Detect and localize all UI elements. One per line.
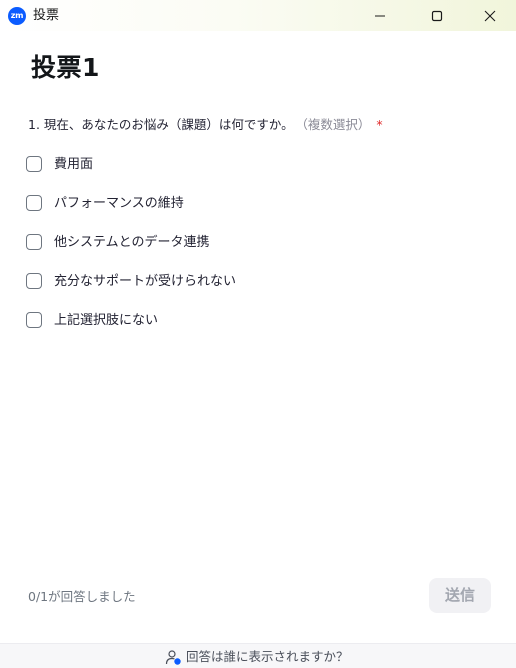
checkbox[interactable] [26,156,42,172]
checkbox[interactable] [26,195,42,211]
option-label: 充分なサポートが受けられない [54,274,237,289]
options-list: 費用面 パフォーマンスの維持 他システムとのデータ連携 充分なサポートが受けられ… [26,154,486,349]
poll-title: 投票1 [31,53,100,82]
close-button[interactable] [467,0,513,31]
maximize-button[interactable] [414,0,460,31]
question-text: 1. 現在、あなたのお悩み（課題）は何ですか。 （複数選択） * [28,115,383,135]
option-label: 上記選択肢にない [54,313,159,328]
minimize-button[interactable] [357,0,403,31]
visibility-link[interactable]: 回答は誰に表示されますか？ [165,647,349,667]
checkbox[interactable] [26,312,42,328]
question-label: 1. 現在、あなたのお悩み（課題）は何ですか。 [28,117,294,132]
option-data-integration[interactable]: 他システムとのデータ連携 [26,232,486,271]
option-support[interactable]: 充分なサポートが受けられない [26,271,486,310]
option-none[interactable]: 上記選択肢にない [26,310,486,349]
required-mark: * [376,117,383,132]
checkbox[interactable] [26,273,42,289]
title-bar: zm 投票 [0,0,516,31]
person-info-icon [165,649,181,665]
maximize-icon [431,10,443,21]
option-performance[interactable]: パフォーマンスの維持 [26,193,486,232]
question-hint: （複数選択） [301,117,371,132]
option-cost[interactable]: 費用面 [26,154,486,193]
window-title: 投票 [33,8,60,23]
option-label: 費用面 [54,157,94,172]
minimize-icon [375,15,385,16]
close-icon [484,10,496,21]
option-label: パフォーマンスの維持 [54,196,184,211]
bottom-bar: 回答は誰に表示されますか？ [0,643,516,668]
zoom-logo-icon: zm [8,7,26,25]
response-count: 0/1が回答しました [28,589,136,604]
submit-button[interactable]: 送信 [429,578,491,613]
checkbox[interactable] [26,234,42,250]
option-label: 他システムとのデータ連携 [54,235,210,250]
visibility-link-label: 回答は誰に表示されますか？ [186,649,349,664]
